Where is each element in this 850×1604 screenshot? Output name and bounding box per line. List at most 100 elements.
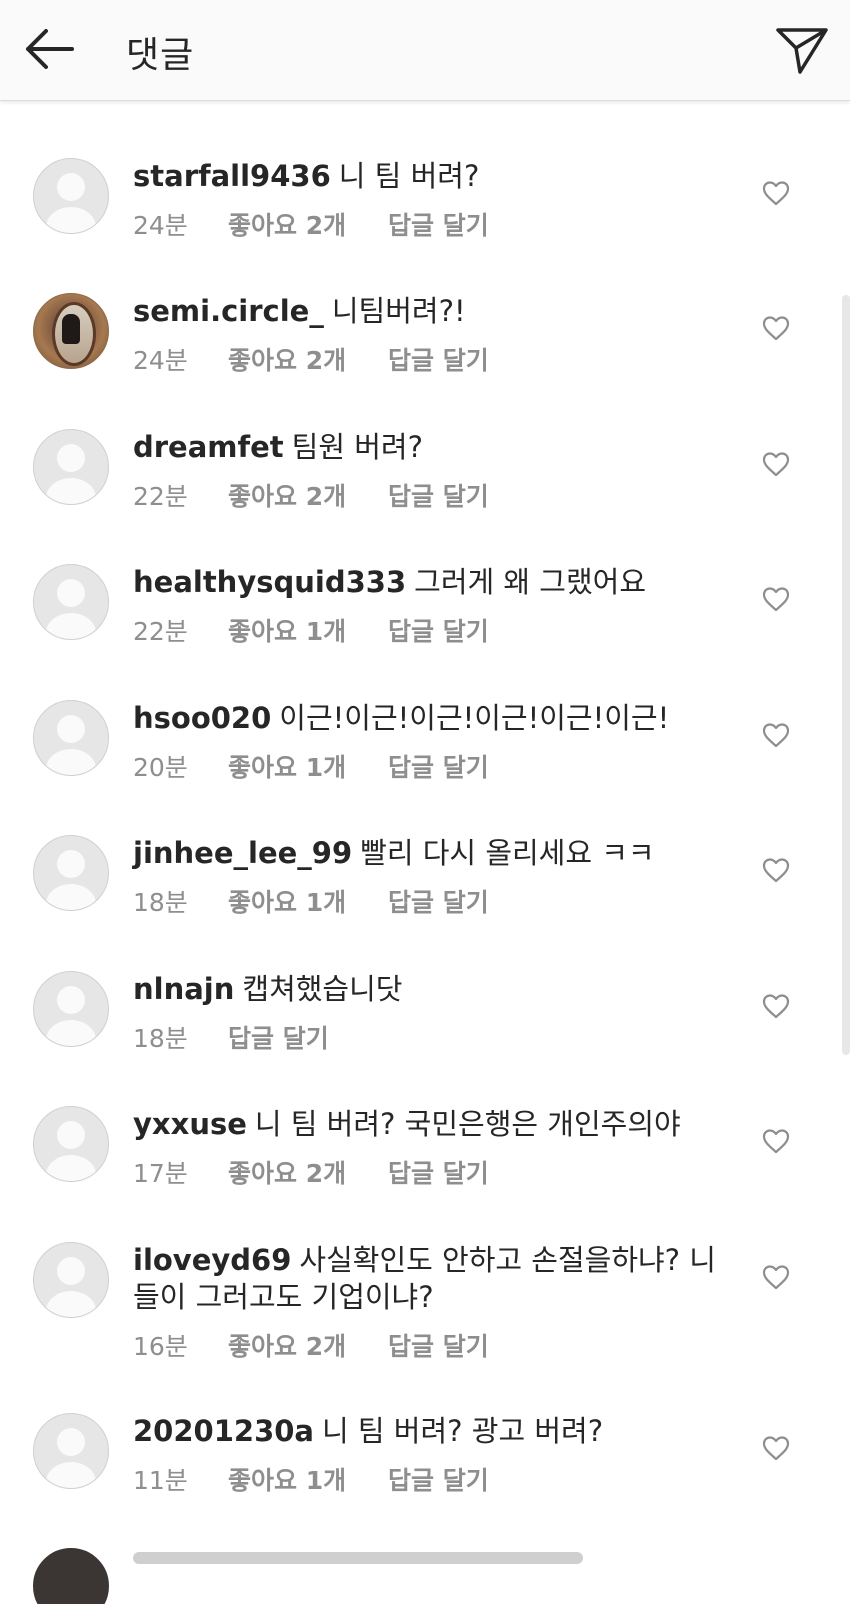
comment-username[interactable]: nlnajn [133, 972, 234, 1006]
avatar[interactable] [33, 293, 109, 369]
like-button[interactable] [762, 1264, 790, 1290]
comment-likes[interactable]: 좋아요 1개 [228, 883, 388, 919]
comment-username[interactable]: starfall9436 [133, 159, 331, 193]
comment-likes[interactable]: 좋아요 2개 [228, 341, 388, 377]
comment-likes[interactable]: 좋아요 1개 [228, 748, 388, 784]
comment-text: 20201230a 니 팀 버려? 광고 버려? [133, 1413, 733, 1450]
scrollbar[interactable] [842, 295, 850, 1055]
reply-button[interactable]: 답글 달기 [388, 341, 489, 377]
comment-time: 17분 [133, 1159, 188, 1188]
reply-button[interactable]: 답글 달기 [388, 206, 489, 242]
avatar[interactable] [33, 564, 109, 640]
heart-icon [762, 858, 790, 883]
comment-body: 니 팀 버려? 국민은행은 개인주의야 [254, 1107, 681, 1141]
comment-time: 18분 [133, 888, 188, 917]
avatar[interactable] [33, 835, 109, 911]
heart-icon [762, 452, 790, 477]
comment-meta: 17분 좋아요 2개 답글 달기 [133, 1154, 489, 1190]
comment-meta: 24분 좋아요 2개 답글 달기 [133, 341, 489, 377]
reply-button[interactable]: 답글 달기 [228, 1019, 329, 1055]
heart-icon [762, 1265, 790, 1290]
back-button[interactable] [22, 24, 78, 74]
comment-likes[interactable]: 좋아요 2개 [228, 206, 388, 242]
comment-meta: 20분 좋아요 1개 답글 달기 [133, 748, 489, 784]
like-button[interactable] [762, 315, 790, 341]
comment-text: hsoo020 이근!이근!이근!이근!이근!이근! [133, 700, 733, 737]
comment-time: 11분 [133, 1466, 188, 1495]
avatar[interactable] [33, 1413, 109, 1489]
heart-icon [762, 723, 790, 748]
comment-text: dreamfet 팀원 버려? [133, 429, 733, 466]
avatar[interactable] [33, 1548, 109, 1604]
comment-likes[interactable]: 좋아요 2개 [228, 1154, 388, 1190]
like-button[interactable] [762, 993, 790, 1019]
comment-meta: 22분 좋아요 2개 답글 달기 [133, 477, 489, 513]
comment-text: starfall9436 니 팀 버려? [133, 158, 733, 195]
comment-likes[interactable]: 좋아요 1개 [228, 612, 388, 648]
comment-likes[interactable]: 좋아요 1개 [228, 1461, 388, 1497]
avatar[interactable] [33, 1242, 109, 1318]
comment-likes[interactable]: 좋아요 2개 [228, 1327, 388, 1363]
comment-username[interactable]: semi.circle_ [133, 294, 324, 328]
avatar[interactable] [33, 158, 109, 234]
like-button[interactable] [762, 1435, 790, 1461]
avatar[interactable] [33, 700, 109, 776]
like-button[interactable] [762, 857, 790, 883]
heart-icon [762, 587, 790, 612]
comment-body: 그러게 왜 그랬어요 [414, 565, 647, 599]
comment-text: jinhee_lee_99 빨리 다시 올리세요 ㅋㅋ [133, 835, 733, 872]
comment-time: 18분 [133, 1024, 188, 1053]
heart-icon [762, 994, 790, 1019]
comment-username[interactable]: iloveyd69 [133, 1243, 291, 1277]
comment-body: 팀원 버려? [291, 430, 424, 464]
comment-username[interactable]: jinhee_lee_99 [133, 836, 352, 870]
avatar[interactable] [33, 1106, 109, 1182]
share-button[interactable] [774, 22, 830, 78]
reply-button[interactable]: 답글 달기 [388, 1461, 489, 1497]
page-title: 댓글 [126, 35, 195, 76]
comment-body: 빨리 다시 올리세요 ㅋㅋ [360, 836, 655, 870]
comment-body: 니팀버려?! [331, 294, 466, 328]
comment-time: 24분 [133, 346, 188, 375]
comment-time: 22분 [133, 617, 188, 646]
like-button[interactable] [762, 451, 790, 477]
comment-time: 22분 [133, 482, 188, 511]
comment-text: semi.circle_ 니팀버려?! [133, 293, 733, 330]
comment-text: iloveyd69 사실확인도 안하고 손절을하냐? 니들이 그러고도 기업이냐? [133, 1242, 733, 1316]
comment-text: yxxuse 니 팀 버려? 국민은행은 개인주의야 [133, 1106, 733, 1143]
like-button[interactable] [762, 180, 790, 206]
next-comment-peek [0, 1548, 850, 1604]
comment-likes[interactable]: 좋아요 2개 [228, 477, 388, 513]
heart-icon [762, 1129, 790, 1154]
comment-text: healthysquid333 그러게 왜 그랬어요 [133, 564, 733, 601]
like-button[interactable] [762, 722, 790, 748]
reply-button[interactable]: 답글 달기 [388, 1327, 489, 1363]
avatar[interactable] [33, 429, 109, 505]
reply-button[interactable]: 답글 달기 [388, 1154, 489, 1190]
comment-username[interactable]: 20201230a [133, 1414, 314, 1448]
like-button[interactable] [762, 586, 790, 612]
reply-button[interactable]: 답글 달기 [388, 883, 489, 919]
comment-meta: 18분 좋아요 1개 답글 달기 [133, 883, 489, 919]
comment-username[interactable]: yxxuse [133, 1107, 247, 1141]
avatar[interactable] [33, 971, 109, 1047]
comment-time: 24분 [133, 211, 188, 240]
comment-meta: 24분 좋아요 2개 답글 달기 [133, 206, 489, 242]
comment-meta: 11분 좋아요 1개 답글 달기 [133, 1461, 489, 1497]
comment-username[interactable]: dreamfet [133, 430, 284, 464]
comment-username[interactable]: hsoo020 [133, 701, 271, 735]
comment-body: 이근!이근!이근!이근!이근!이근! [279, 701, 670, 735]
arrow-left-icon [26, 29, 74, 69]
paper-plane-icon [776, 28, 828, 74]
reply-button[interactable]: 답글 달기 [388, 748, 489, 784]
reply-button[interactable]: 답글 달기 [388, 612, 489, 648]
comment-meta: 18분 답글 달기 [133, 1019, 329, 1055]
comment-username[interactable]: healthysquid333 [133, 565, 406, 599]
comment-body: 캡쳐했습니닷 [242, 972, 403, 1006]
comment-time: 16분 [133, 1332, 188, 1361]
reply-button[interactable]: 답글 달기 [388, 477, 489, 513]
top-bar: 댓글 [0, 0, 850, 101]
comment-text: nlnajn 캡쳐했습니닷 [133, 971, 733, 1008]
like-button[interactable] [762, 1128, 790, 1154]
comment-meta: 22분 좋아요 1개 답글 달기 [133, 612, 489, 648]
